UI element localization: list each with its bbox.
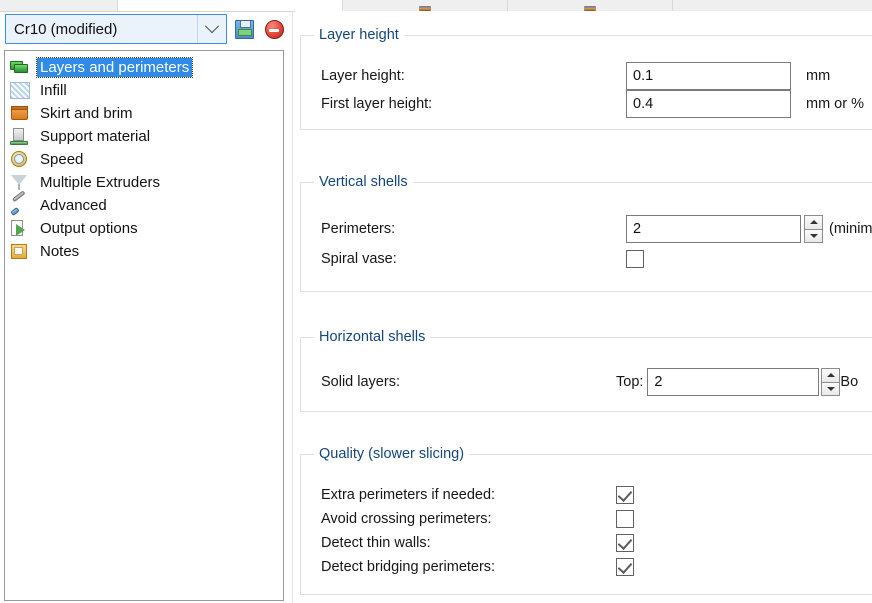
preset-toolbar: Cr10 (modified)	[5, 14, 287, 44]
group-layer-height: Layer height Layer height: 0.1 mm First …	[300, 35, 872, 130]
field-perimeters: Perimeters: 2 (minim	[321, 215, 872, 243]
spinner-up-icon[interactable]	[821, 368, 840, 382]
layer-height-unit: mm	[806, 68, 830, 84]
output-file-icon	[10, 219, 30, 238]
group-legend: Layer height	[314, 27, 404, 43]
field-spiral-vase: Spiral vase:	[321, 245, 872, 273]
first-layer-height-value: 0.4	[633, 96, 653, 112]
group-vertical-shells: Vertical shells Perimeters: 2 (minim Spi…	[300, 182, 872, 292]
tab-print-settings[interactable]	[343, 0, 508, 11]
solid-layers-top-label: Top:	[616, 374, 643, 390]
wrench-icon	[10, 196, 30, 215]
layers-icon	[10, 58, 30, 77]
solid-layers-top-spinner[interactable]	[821, 368, 840, 396]
first-layer-height-input[interactable]: 0.4	[626, 90, 791, 118]
sidebar-item-output-options[interactable]: Output options	[5, 217, 283, 240]
sidebar-item-infill[interactable]: Infill	[5, 79, 283, 102]
layer-height-value: 0.1	[633, 68, 653, 84]
perimeters-spinner[interactable]	[804, 215, 823, 243]
funnel-icon	[10, 173, 30, 192]
field-solid-layers: Solid layers: Top: 2 Bo	[321, 368, 872, 396]
field-label: Solid layers:	[321, 374, 616, 390]
blank-icon	[53, 6, 65, 11]
field-avoid-crossing-perimeters: Avoid crossing perimeters:	[321, 507, 872, 531]
group-legend: Horizontal shells	[314, 329, 430, 345]
delete-minus-icon	[265, 20, 284, 39]
save-preset-button[interactable]	[231, 16, 257, 42]
field-label: Avoid crossing perimeters:	[321, 511, 616, 527]
field-label: Extra perimeters if needed:	[321, 487, 616, 503]
sidebar-item-notes[interactable]: Notes	[5, 240, 283, 263]
chevron-down-icon[interactable]	[197, 15, 226, 43]
skirt-icon	[10, 104, 30, 123]
print-settings-window: Cr10 (modified) Layers and perimeters In…	[0, 0, 872, 603]
field-label: Spiral vase:	[321, 251, 626, 267]
save-floppy-icon	[235, 20, 254, 39]
plater-icon	[224, 6, 236, 11]
detect-thin-walls-checkbox[interactable]	[616, 534, 634, 552]
layer-height-input[interactable]: 0.1	[626, 62, 791, 90]
solid-layers-bottom-label: Bo	[840, 374, 858, 390]
group-quality: Quality (slower slicing) Extra perimeter…	[300, 454, 872, 595]
field-detect-bridging-perimeters: Detect bridging perimeters:	[321, 555, 872, 579]
sidebar-item-layers-and-perimeters[interactable]: Layers and perimeters	[5, 56, 283, 79]
first-layer-height-unit: mm or %	[806, 96, 864, 112]
spinner-down-icon[interactable]	[804, 229, 823, 244]
settings-category-tree[interactable]: Layers and perimeters Infill Skirt and b…	[4, 50, 284, 601]
sidebar-item-support-material[interactable]: Support material	[5, 125, 283, 148]
extra-perimeters-checkbox[interactable]	[616, 486, 634, 504]
spiral-vase-checkbox[interactable]	[626, 250, 644, 268]
field-layer-height: Layer height: 0.1 mm	[321, 62, 872, 90]
perimeters-input[interactable]: 2	[626, 215, 801, 243]
sidebar-item-speed[interactable]: Speed	[5, 148, 283, 171]
tab-0[interactable]	[0, 0, 118, 11]
detect-bridging-perimeters-checkbox[interactable]	[616, 558, 634, 576]
infill-icon	[10, 82, 30, 99]
perimeters-value: 2	[633, 221, 641, 237]
group-horizontal-shells: Horizontal shells Solid layers: Top: 2 B…	[300, 337, 872, 412]
field-label: Layer height:	[321, 68, 626, 84]
avoid-crossing-perimeters-checkbox[interactable]	[616, 510, 634, 528]
speed-clock-icon	[10, 150, 30, 169]
notes-icon	[10, 242, 30, 261]
tab-plater[interactable]	[118, 0, 343, 11]
settings-pane: Layer height Layer height: 0.1 mm First …	[295, 11, 872, 603]
solid-layers-top-value: 2	[654, 374, 662, 390]
support-icon	[10, 127, 30, 146]
field-extra-perimeters: Extra perimeters if needed:	[321, 483, 872, 507]
sidebar-item-advanced[interactable]: Advanced	[5, 194, 283, 217]
field-label: Detect bridging perimeters:	[321, 559, 616, 575]
sidebar-item-multiple-extruders[interactable]: Multiple Extruders	[5, 171, 283, 194]
field-detect-thin-walls: Detect thin walls:	[321, 531, 872, 555]
delete-preset-button[interactable]	[261, 16, 287, 42]
tab-filament-settings[interactable]	[508, 0, 673, 11]
tab-printer-settings[interactable]	[673, 0, 872, 11]
perimeters-unit: (minim	[829, 221, 872, 237]
spinner-up-icon[interactable]	[804, 215, 823, 229]
preset-combobox[interactable]: Cr10 (modified)	[5, 14, 227, 44]
spinner-down-icon[interactable]	[821, 382, 840, 397]
group-legend: Quality (slower slicing)	[314, 446, 469, 462]
field-label: Perimeters:	[321, 221, 626, 237]
preset-selected-value: Cr10 (modified)	[6, 21, 197, 38]
sidebar-item-skirt-and-brim[interactable]: Skirt and brim	[5, 102, 283, 125]
field-label: First layer height:	[321, 96, 626, 112]
group-legend: Vertical shells	[314, 174, 413, 190]
solid-layers-top-input[interactable]: 2	[647, 368, 819, 396]
field-first-layer-height: First layer height: 0.4 mm or %	[321, 90, 872, 118]
field-label: Detect thin walls:	[321, 535, 616, 551]
panel-divider	[292, 11, 293, 603]
